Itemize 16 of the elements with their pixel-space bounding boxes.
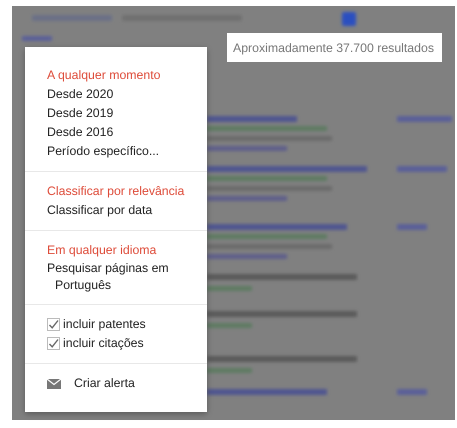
checkbox-label: incluir patentes [63,316,146,333]
menu-link[interactable]: Desde 2020 [47,85,114,104]
envelope-icon [47,378,61,388]
result-count: Aproximadamente 37.700 resultados [227,33,442,62]
menu-link[interactable]: Desde 2019 [47,104,114,123]
menu-link[interactable]: Desde 2016 [47,123,114,142]
menu-link[interactable]: Pesquisar páginas em Português [47,260,185,294]
menu-link[interactable]: A qualquer momento [47,66,160,85]
menu-link[interactable]: Classificar por relevância [47,182,184,201]
checkbox[interactable] [47,318,60,331]
menu-link[interactable]: Em qualquer idioma [47,241,156,260]
menu-link[interactable]: Classificar por data [47,201,152,220]
checkbox[interactable] [47,337,60,350]
menu-link[interactable]: Período específico... [47,142,160,161]
create-alert-link[interactable]: Criar alerta [74,374,135,393]
checkbox-label: incluir citações [63,335,144,352]
